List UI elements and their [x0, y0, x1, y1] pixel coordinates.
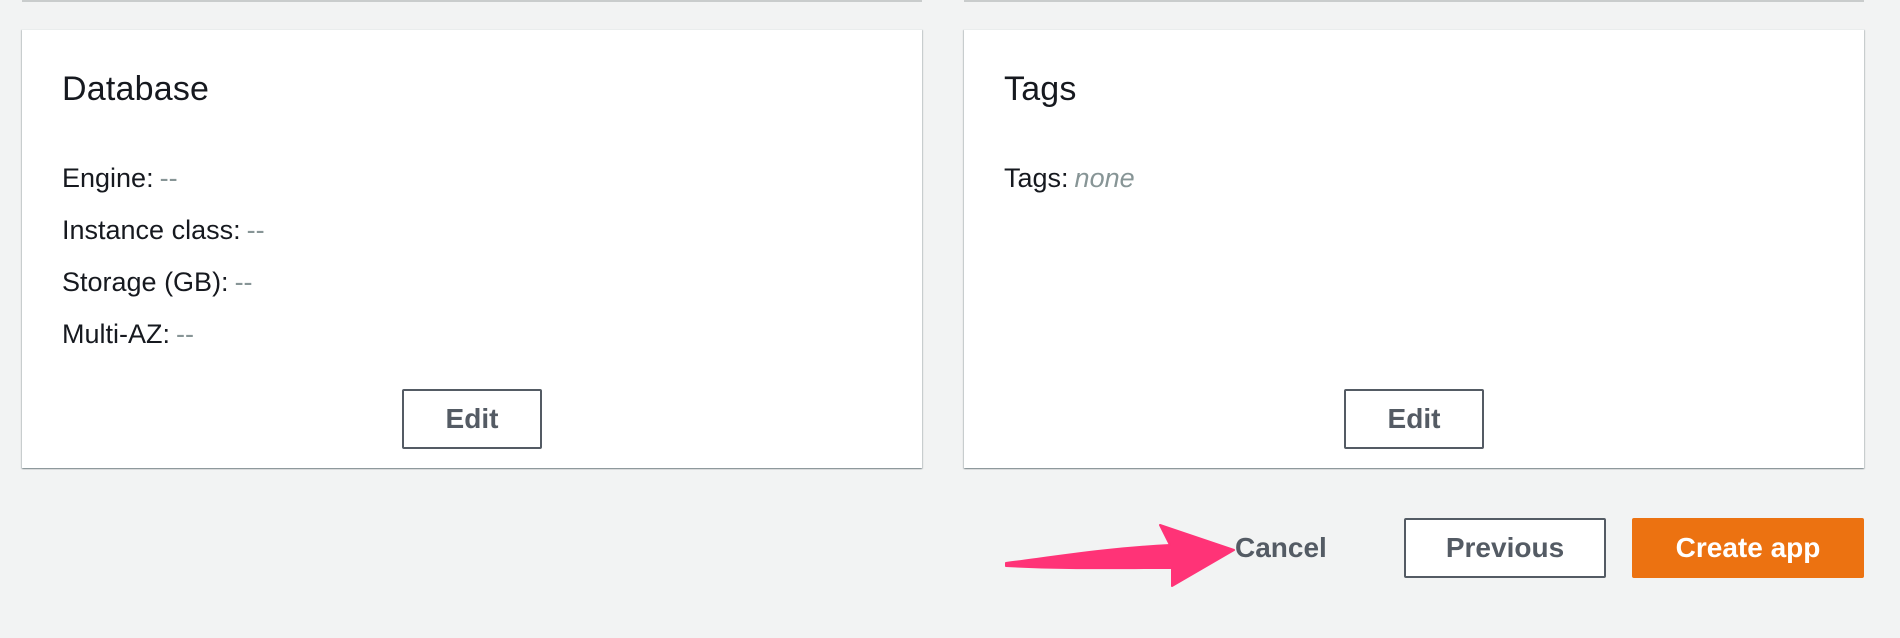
field-value: none [1074, 163, 1135, 193]
field-value: -- [159, 163, 178, 193]
field-label: Tags: [1004, 163, 1069, 193]
previous-card-edge [22, 0, 922, 2]
field-label: Engine: [62, 163, 154, 193]
multi-az-field: Multi-AZ: -- [62, 308, 265, 360]
database-card: Database Engine: -- Instance class: -- Sto… [22, 29, 922, 468]
review-page: Database Engine: -- Instance class: -- Sto… [0, 0, 1900, 638]
card-title: Database [62, 70, 210, 108]
tags-field: Tags: none [1004, 152, 1135, 204]
pointer-arrow-icon [1005, 524, 1235, 587]
field-label: Instance class: [62, 215, 241, 245]
cancel-button[interactable]: Cancel [1235, 522, 1327, 574]
instance-class-field: Instance class: -- [62, 204, 265, 256]
previous-button[interactable]: Previous [1404, 518, 1606, 578]
engine-field: Engine: -- [62, 152, 265, 204]
field-value: -- [246, 215, 265, 245]
tags-card: Tags Tags: none Edit [964, 29, 1864, 468]
storage-field: Storage (GB): -- [62, 256, 265, 308]
field-value: -- [234, 267, 253, 297]
card-title: Tags [1004, 70, 1077, 108]
tags-edit-button[interactable]: Edit [1344, 389, 1484, 449]
field-value: -- [176, 319, 194, 349]
database-fields: Engine: -- Instance class: -- Storage (GB)… [62, 152, 265, 360]
database-edit-button[interactable]: Edit [402, 389, 542, 449]
field-label: Multi-AZ: [62, 319, 170, 349]
tags-fields: Tags: none [1004, 152, 1135, 204]
create-app-button[interactable]: Create app [1632, 518, 1864, 578]
field-label: Storage (GB): [62, 267, 229, 297]
previous-card-edge [964, 0, 1864, 2]
